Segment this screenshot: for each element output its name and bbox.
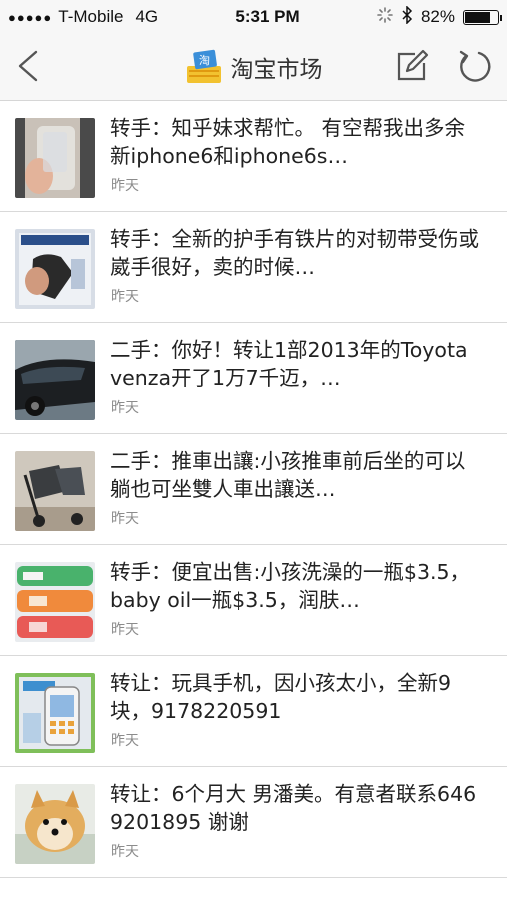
post-thumbnail-phone-case	[15, 118, 95, 198]
list-item[interactable]: 二手：你好！转让1部2013年的Toyota venza开了1万7千迈，… 昨天	[0, 323, 507, 434]
post-time: 昨天	[111, 622, 139, 638]
signal-strength-icon: ●●●●●	[8, 9, 53, 25]
list-item[interactable]: 转让：玩具手机，因小孩太小，全新9块，9178220591 昨天	[0, 656, 507, 767]
post-title: 转让：玩具手机，因小孩太小，全新9块，9178220591	[110, 671, 452, 723]
taobao-market-logo-icon: 淘	[186, 49, 221, 83]
list-item[interactable]: 转让：6个月大 男潘美。有意者联系6469201895 谢谢 昨天	[0, 767, 507, 878]
post-thumbnail-toy-phone	[15, 673, 95, 753]
post-thumbnail-wrist-brace	[15, 229, 95, 309]
post-list: 转手：知乎妹求帮忙。 有空帮我出多余新iphone6和iphone6s… 昨天 …	[0, 101, 507, 878]
post-time: 昨天	[111, 289, 139, 305]
refresh-icon	[459, 50, 491, 82]
bluetooth-icon	[401, 4, 413, 29]
loading-spinner-icon	[377, 6, 393, 28]
post-time: 昨天	[111, 733, 139, 749]
list-item[interactable]: 转手：便宜出售:小孩洗澡的一瓶$3.5，baby oil一瓶$3.5，润肤… 昨…	[0, 545, 507, 656]
refresh-button[interactable]	[457, 49, 493, 85]
list-item[interactable]: 转手：知乎妹求帮忙。 有空帮我出多余新iphone6和iphone6s… 昨天	[0, 101, 507, 212]
navigation-bar: 淘 淘宝市场	[0, 34, 507, 101]
post-title: 二手：你好！转让1部2013年的Toyota venza开了1万7千迈，…	[110, 338, 468, 390]
post-time: 昨天	[111, 844, 139, 860]
battery-percent: 82%	[420, 7, 455, 26]
compose-button[interactable]	[395, 49, 429, 83]
status-bar: ●●●●● T-Mobile 4G 5:31 PM 82%	[0, 0, 507, 34]
post-time: 昨天	[111, 178, 139, 194]
post-title: 转让：6个月大 男潘美。有意者联系6469201895 谢谢	[110, 782, 477, 834]
list-item[interactable]: 转手：全新的护手有铁片的对韧带受伤或崴手很好，卖的时候… 昨天	[0, 212, 507, 323]
post-time: 昨天	[111, 511, 139, 527]
post-thumbnail-bottles	[15, 562, 95, 642]
carrier-label: T-Mobile	[58, 7, 124, 26]
page-title: 淘宝市场	[230, 57, 323, 83]
svg-text:淘: 淘	[199, 54, 210, 67]
battery-icon	[462, 9, 502, 25]
post-thumbnail-car	[15, 340, 95, 420]
post-title: 转手：知乎妹求帮忙。 有空帮我出多余新iphone6和iphone6s…	[110, 116, 466, 168]
page-title-group: 淘 淘宝市场	[0, 34, 507, 100]
list-item[interactable]: 二手：推車出讓:小孩推車前后坐的可以躺也可坐雙人車出讓送… 昨天	[0, 434, 507, 545]
post-title: 转手：全新的护手有铁片的对韧带受伤或崴手很好，卖的时候…	[110, 227, 479, 279]
network-label: 4G	[135, 7, 159, 26]
compose-icon	[397, 49, 429, 81]
post-thumbnail-stroller	[15, 451, 95, 531]
post-thumbnail-dog	[15, 784, 95, 864]
post-time: 昨天	[111, 400, 139, 416]
clock: 5:31 PM	[235, 7, 300, 26]
post-title: 二手：推車出讓:小孩推車前后坐的可以躺也可坐雙人車出讓送…	[110, 449, 466, 501]
post-title: 转手：便宜出售:小孩洗澡的一瓶$3.5，baby oil一瓶$3.5，润肤…	[110, 560, 471, 612]
